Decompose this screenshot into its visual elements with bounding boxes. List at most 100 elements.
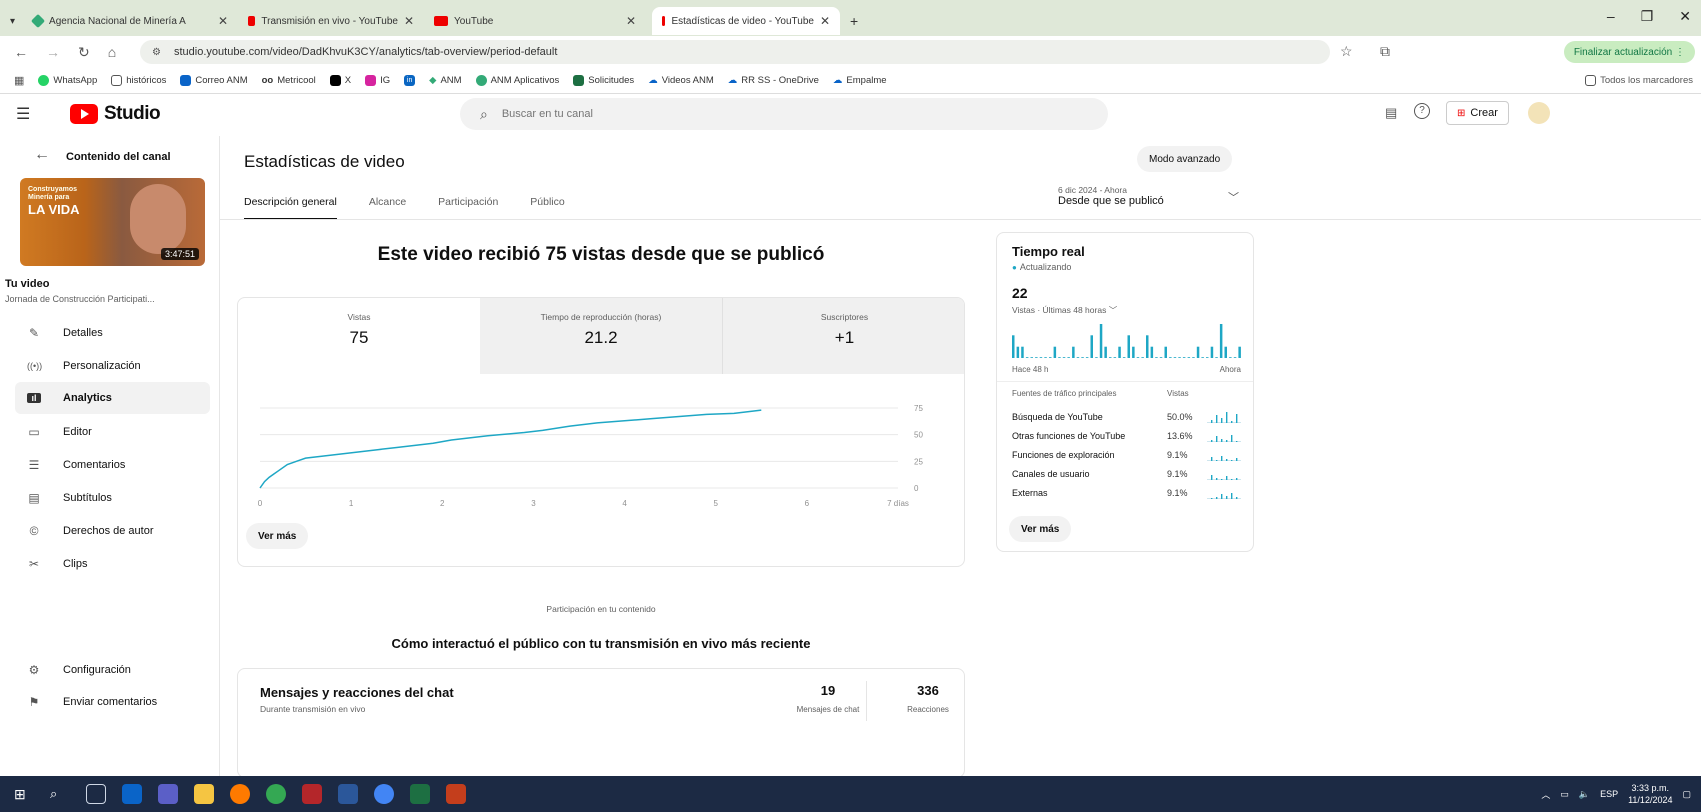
home-icon[interactable]: ⌂ <box>108 44 116 60</box>
close-tab-icon[interactable]: ✕ <box>626 14 636 28</box>
bookmark-anm-aplicativos[interactable]: ANM Aplicativos <box>475 75 559 86</box>
bookmark-correo[interactable]: Correo ANM <box>180 75 248 86</box>
outlook-app-icon[interactable] <box>122 784 142 804</box>
close-tab-icon[interactable]: ✕ <box>218 14 228 28</box>
sidebar-item-settings[interactable]: ⚙ Configuración <box>15 654 210 686</box>
close-tab-icon[interactable]: ✕ <box>404 14 414 28</box>
taskbar-search-icon[interactable]: ⌕ <box>50 784 70 804</box>
avatar[interactable] <box>1528 102 1550 124</box>
bookmark-solicitudes[interactable]: Solicitudes <box>573 75 634 86</box>
chrome-app-icon[interactable] <box>266 784 286 804</box>
x-tick-label: 2 <box>440 499 445 508</box>
back-icon[interactable]: ← <box>14 44 28 60</box>
studio-logo[interactable]: Studio <box>70 103 161 125</box>
chrome-profile-icon[interactable] <box>374 784 394 804</box>
sidebar-item-copyright[interactable]: © Derechos de autor <box>15 515 210 547</box>
sidebar-item-analytics[interactable]: ıl Analytics <box>15 382 210 414</box>
search-bar[interactable]: ⌕ <box>460 98 1108 130</box>
help-icon[interactable]: ? <box>1414 103 1430 119</box>
search-icon[interactable]: ⌕ <box>480 106 488 123</box>
firefox-app-icon[interactable] <box>230 784 250 804</box>
chat-card: Mensajes y reacciones del chat Durante t… <box>237 668 965 778</box>
back-arrow-icon[interactable]: ← <box>34 146 50 164</box>
create-button[interactable]: ⊞ Crear <box>1446 101 1509 125</box>
language-indicator[interactable]: ESP <box>1600 789 1618 799</box>
sidebar-item-clips[interactable]: ✂ Clips <box>15 548 210 580</box>
bookmark-empalme[interactable]: ☁ Empalme <box>833 75 887 86</box>
captions-icon[interactable]: ▤ <box>1385 105 1397 121</box>
video-thumbnail[interactable]: Construyamos Minería para LA VIDA 3:47:51 <box>20 178 205 266</box>
tab-list-chevron-icon[interactable]: ▾ <box>10 16 15 27</box>
menu-hamburger-icon[interactable]: ☰ <box>16 104 30 124</box>
maximize-icon[interactable]: ❐ <box>1641 8 1654 25</box>
bookmark-videos-anm[interactable]: ☁ Videos ANM <box>648 75 714 86</box>
tab-audience[interactable]: Público <box>530 196 564 220</box>
browser-tab-studio[interactable]: Estadísticas de video - YouTube ✕ <box>652 7 841 35</box>
update-button[interactable]: Finalizar actualización ⋮ <box>1563 41 1695 63</box>
apps-grid-icon[interactable]: ▦ <box>14 74 24 87</box>
bookmark-historicos[interactable]: históricos <box>111 75 166 86</box>
metric-subscribers[interactable]: Suscriptores +1 <box>722 298 964 374</box>
url-bar[interactable]: ⚙ studio.youtube.com/video/DadKhvuK3CY/a… <box>140 40 1330 64</box>
new-tab-icon[interactable]: + <box>850 13 858 29</box>
file-explorer-icon[interactable] <box>194 784 214 804</box>
site-info-icon[interactable]: ⚙ <box>152 47 161 58</box>
sidebar-item-subtitles[interactable]: ▤ Subtítulos <box>15 482 210 514</box>
excel-app-icon[interactable] <box>410 784 430 804</box>
powerpoint-app-icon[interactable] <box>446 784 466 804</box>
x-tick-label: 7 días <box>887 499 909 508</box>
realtime-see-more-button[interactable]: Ver más <box>1009 516 1072 542</box>
bookmark-x[interactable]: X <box>329 75 351 86</box>
instagram-icon <box>365 75 377 86</box>
traffic-source-sparkline <box>1207 492 1241 499</box>
acrobat-app-icon[interactable] <box>302 784 322 804</box>
traffic-source-name: Externas <box>1012 487 1048 498</box>
bookmark-anm[interactable]: ◆ ANM <box>429 75 461 86</box>
search-input[interactable] <box>501 108 1022 120</box>
notifications-icon[interactable]: ▢ <box>1682 789 1691 800</box>
tab-engagement[interactable]: Participación <box>438 196 498 220</box>
bookmark-star-icon[interactable]: ☆ <box>1340 43 1353 60</box>
windows-start-icon[interactable]: ⊞ <box>14 784 34 804</box>
sidebar-item-editor[interactable]: ▭ Editor <box>15 416 210 448</box>
browser-tab-live[interactable]: Transmisión en vivo - YouTube ✕ <box>238 7 424 35</box>
browser-tab-youtube[interactable]: YouTube ✕ <box>424 7 646 35</box>
metric-watch-time[interactable]: Tiempo de reproducción (horas) 21.2 <box>480 298 722 374</box>
tab-overview[interactable]: Descripción general <box>244 196 337 220</box>
bookmark-linkedin[interactable]: in <box>404 75 416 86</box>
bookmark-rrss[interactable]: ☁ RR SS - OneDrive <box>728 75 819 86</box>
clock[interactable]: 3:33 p.m. 11/12/2024 <box>1628 782 1672 806</box>
forward-icon[interactable]: → <box>46 44 60 60</box>
tab-reach[interactable]: Alcance <box>369 196 406 220</box>
all-bookmarks[interactable]: Todos los marcadores <box>1585 75 1693 86</box>
extensions-icon[interactable]: ⧉ <box>1380 43 1390 60</box>
sidebar-item-feedback[interactable]: ⚑ Enviar comentarios <box>15 686 210 718</box>
close-window-icon[interactable]: ✕ <box>1679 8 1691 25</box>
y-tick-label: 75 <box>914 404 923 413</box>
realtime-bar <box>1233 357 1237 358</box>
advanced-mode-button[interactable]: Modo avanzado <box>1137 146 1233 172</box>
reload-icon[interactable]: ↻ <box>78 44 90 61</box>
sidebar-item-comments[interactable]: ☰ Comentarios <box>15 449 210 481</box>
teams-app-icon[interactable] <box>158 784 178 804</box>
tray-chevron-icon[interactable]: ︿ <box>1541 788 1550 801</box>
sidebar-item-details[interactable]: ✎ Detalles <box>15 317 210 349</box>
close-tab-icon[interactable]: ✕ <box>820 14 830 28</box>
period-selector[interactable]: Desde que se publicó <box>1058 195 1164 207</box>
bookmark-ig[interactable]: IG <box>365 75 390 86</box>
chevron-down-icon[interactable]: ﹀ <box>1228 189 1239 205</box>
task-view-icon[interactable] <box>86 784 106 804</box>
bookmark-metricool[interactable]: oo Metricool <box>262 75 316 86</box>
realtime-period-selector[interactable]: Vistas · Últimas 48 horas ﹀ <box>1012 304 1117 316</box>
realtime-bar <box>1159 357 1163 358</box>
word-app-icon[interactable] <box>338 784 358 804</box>
sidebar-item-personalization[interactable]: ((•)) Personalización <box>15 350 210 382</box>
network-icon[interactable]: ▭ <box>1560 789 1569 800</box>
minimize-icon[interactable]: – <box>1607 8 1615 25</box>
bookmark-whatsapp[interactable]: WhatsApp <box>38 75 97 86</box>
metric-views[interactable]: Vistas 75 <box>238 298 480 374</box>
traffic-source-percent: 9.1% <box>1167 487 1188 498</box>
volume-icon[interactable]: 🔈 <box>1579 789 1590 800</box>
see-more-button[interactable]: Ver más <box>246 523 309 549</box>
browser-tab-anm[interactable]: Agencia Nacional de Minería A ✕ <box>23 7 238 35</box>
